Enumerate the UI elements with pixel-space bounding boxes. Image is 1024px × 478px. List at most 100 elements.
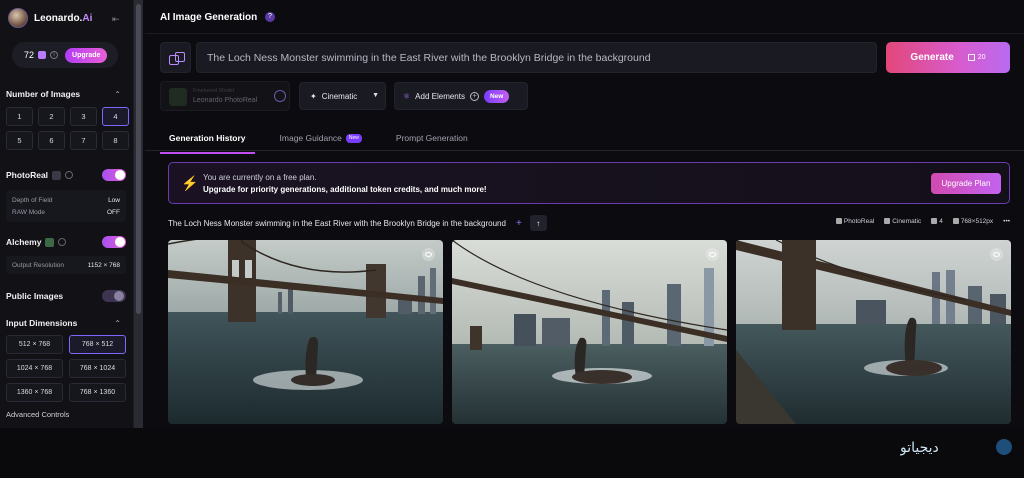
svg-text:دیجیاتو: دیجیاتو — [900, 440, 939, 456]
plan-message: You are currently on a free plan. — [203, 173, 317, 182]
style-value: Cinematic — [321, 91, 358, 101]
caret-down-icon: ▼ — [372, 92, 379, 99]
dimensions-icon — [952, 218, 959, 225]
style-tag: Cinematic — [884, 218, 921, 225]
model-thumbnail — [169, 88, 187, 106]
dimension-option[interactable]: 1024 × 768 — [6, 359, 63, 378]
count-tag: 4 — [931, 218, 943, 225]
output-resolution-row: Output Resolution 1152 × 768 — [12, 261, 120, 269]
collapse-sidebar-icon[interactable]: ⇤ — [112, 14, 124, 24]
generated-image[interactable] — [452, 240, 727, 424]
add-prompt-icon[interactable]: + — [516, 218, 522, 229]
tab-generation-history[interactable]: Generation History — [160, 128, 255, 154]
public-images-toggle[interactable] — [102, 290, 126, 302]
prompt-input[interactable]: The Loch Ness Monster swimming in the Ea… — [196, 42, 877, 73]
model-selector[interactable]: Finetuned Model Leonardo PhotoReal — [160, 81, 290, 111]
image-count-option[interactable]: 5 — [6, 131, 33, 150]
raw-mode-row[interactable]: RAW Mode OFF — [12, 206, 120, 218]
image-count-option-selected[interactable]: 4 — [102, 107, 129, 126]
avatar[interactable] — [8, 8, 28, 28]
image-count-option[interactable]: 3 — [70, 107, 97, 126]
alchemy-settings: Output Resolution 1152 × 768 — [6, 256, 126, 274]
dice-icon — [168, 51, 185, 65]
app-window: Leonardo.Ai ⇤ 72 i Upgrade Number of Ima… — [0, 0, 1024, 428]
input-dimensions-grid: 512 × 768 768 × 512 1024 × 768 768 × 102… — [6, 335, 126, 402]
elements-icon: ⚛ — [403, 91, 411, 101]
photoreal-row: PhotoReal — [6, 168, 126, 182]
generation-header: The Loch Ness Monster swimming in the Ea… — [168, 214, 1010, 232]
info-icon[interactable] — [65, 171, 74, 179]
info-icon[interactable] — [274, 90, 286, 102]
divider — [145, 150, 1024, 151]
dimension-option[interactable]: 768 × 1360 — [69, 383, 126, 402]
images-icon — [931, 218, 938, 225]
brand[interactable]: Leonardo.Ai — [8, 8, 92, 28]
token-icon — [38, 51, 47, 59]
more-options-icon[interactable]: ••• — [1003, 218, 1010, 225]
eye-icon[interactable] — [422, 248, 435, 261]
style-icon — [884, 218, 891, 225]
new-badge: New — [483, 89, 510, 103]
upgrade-plan-button[interactable]: Upgrade Plan — [931, 173, 1001, 194]
lightning-icon: ⚡ — [181, 175, 199, 191]
info-icon[interactable]: i — [50, 51, 59, 59]
generate-label: Generate — [910, 52, 954, 63]
help-icon[interactable]: ? — [265, 12, 275, 22]
alchemy-label: Alchemy — [6, 237, 42, 247]
brand-name: Leonardo.Ai — [34, 12, 93, 24]
generated-image[interactable] — [736, 240, 1011, 424]
photoreal-label: PhotoReal — [6, 170, 49, 180]
style-dropdown[interactable]: ✦ Cinematic ▼ — [299, 82, 386, 110]
generated-image[interactable] — [168, 240, 443, 424]
plan-upsell: Upgrade for priority generations, additi… — [203, 185, 487, 194]
generation-meta: PhotoReal Cinematic 4 768×512px ••• — [835, 218, 1010, 225]
dimension-option[interactable]: 768 × 1024 — [69, 359, 126, 378]
add-elements-label: Add Elements — [415, 91, 465, 101]
dimension-option-selected[interactable]: 768 × 512 — [69, 335, 126, 354]
size-tag: 768×512px — [952, 218, 993, 225]
alchemy-toggle[interactable] — [102, 236, 126, 248]
token-icon — [967, 54, 975, 61]
public-images-row: Public Images — [6, 289, 126, 303]
reuse-prompt-button[interactable]: ↑ — [529, 215, 547, 231]
sidebar-scroll-thumb[interactable] — [136, 4, 141, 314]
dimension-option[interactable]: 1360 × 768 — [6, 383, 63, 402]
plus-icon: + — [469, 91, 479, 101]
info-icon[interactable] — [58, 238, 67, 246]
eye-icon[interactable] — [990, 248, 1003, 261]
video-bottom-bar — [0, 428, 1024, 478]
chevron-up-icon[interactable]: ⌃ — [114, 319, 121, 328]
image-count-option[interactable]: 6 — [38, 131, 65, 150]
image-count-option[interactable]: 1 — [6, 107, 33, 126]
advanced-controls[interactable]: Advanced Controls — [6, 410, 69, 419]
photoreal-toggle[interactable] — [102, 169, 126, 181]
model-name: Leonardo PhotoReal — [193, 97, 258, 104]
eye-icon[interactable] — [706, 248, 719, 261]
image-count-option[interactable]: 7 — [70, 131, 97, 150]
image-count-option[interactable]: 2 — [38, 107, 65, 126]
dimension-option[interactable]: 512 × 768 — [6, 335, 63, 354]
tab-bar: Generation History Image Guidance New Pro… — [160, 128, 493, 154]
token-balance: 72 i Upgrade — [12, 42, 118, 68]
photoreal-settings: Depth of Field Low RAW Mode OFF — [6, 190, 126, 222]
add-elements-button[interactable]: ⚛ Add Elements + New — [394, 82, 528, 110]
generation-prompt: The Loch Ness Monster swimming in the Ea… — [168, 218, 506, 228]
tab-image-guidance[interactable]: Image Guidance New — [271, 128, 371, 148]
model-tag: PhotoReal — [835, 218, 874, 225]
token-count: 72 — [24, 50, 35, 60]
tab-prompt-generation[interactable]: Prompt Generation — [387, 128, 477, 148]
chevron-up-icon[interactable]: ⌃ — [114, 90, 121, 99]
divider — [145, 33, 1024, 34]
number-of-images-title: Number of Images — [6, 89, 81, 99]
input-dimensions-title: Input Dimensions — [6, 318, 78, 328]
random-prompt-button[interactable] — [160, 42, 191, 73]
generate-button[interactable]: Generate 20 — [886, 42, 1010, 73]
number-of-images-grid: 1 2 3 4 5 6 7 8 — [6, 107, 129, 150]
watermark-logo: دیجیاتو — [900, 436, 1012, 458]
depth-of-field-row[interactable]: Depth of Field Low — [12, 194, 120, 206]
upgrade-button[interactable]: Upgrade — [65, 47, 108, 63]
image-count-option[interactable]: 8 — [102, 131, 129, 150]
style-icon: ✦ — [310, 91, 317, 101]
photoreal-icon — [52, 170, 62, 180]
logo-mark — [996, 439, 1012, 455]
